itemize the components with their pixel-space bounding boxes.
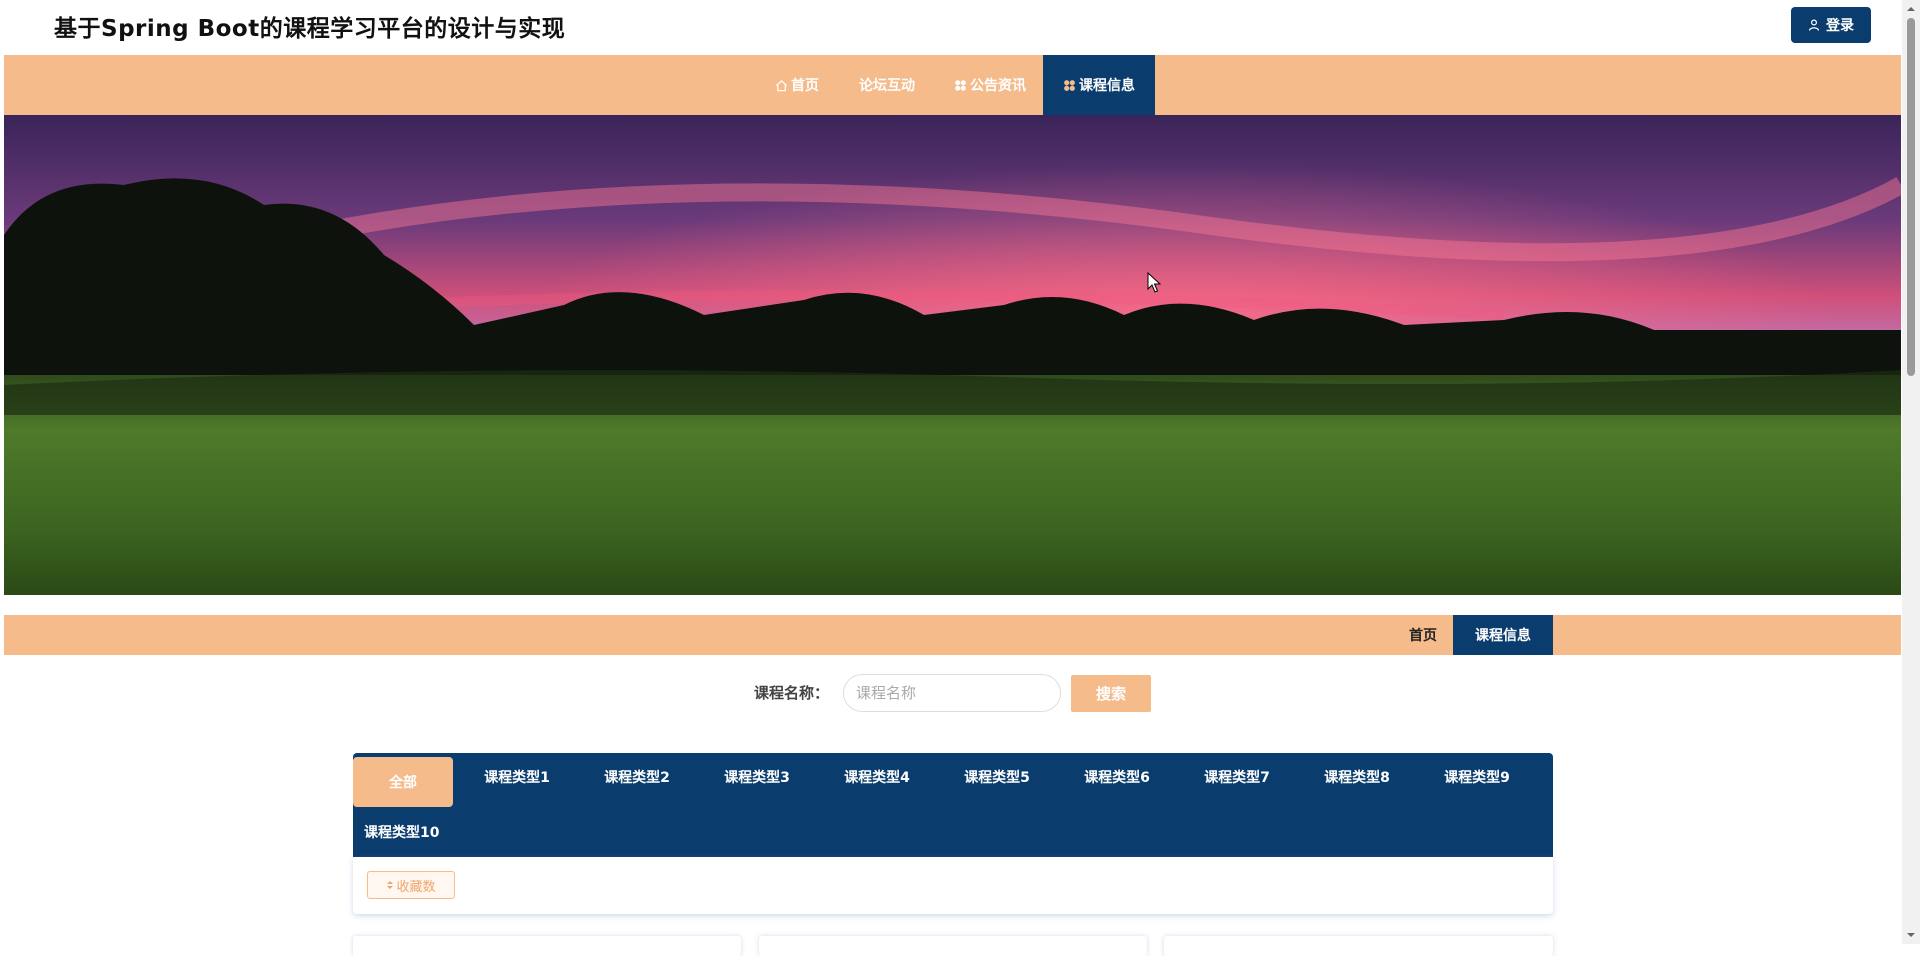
login-button[interactable]: 登录 (1791, 7, 1871, 43)
nav-item-forum[interactable]: 论坛互动 (852, 55, 922, 115)
sort-bar: 收藏数 (353, 857, 1553, 914)
search-label: 课程名称： (754, 684, 830, 702)
hero-banner (4, 115, 1901, 595)
site-title: 基于Spring Boot的课程学习平台的设计与实现 (54, 16, 566, 42)
nav-item-home[interactable]: 首页 (770, 55, 824, 115)
breadcrumb: 首页 课程信息 (4, 615, 1901, 655)
home-icon (775, 79, 788, 91)
course-name-input[interactable] (843, 674, 1061, 712)
course-card[interactable] (353, 936, 741, 956)
sort-icon (387, 881, 394, 889)
landscape-image (4, 115, 1901, 595)
category-tab[interactable]: 课程类型2 (587, 763, 687, 791)
flower-icon (1064, 79, 1075, 91)
sort-button-label: 收藏数 (396, 879, 436, 895)
nav-item-label: 论坛互动 (859, 78, 915, 94)
nav-item-news[interactable]: 公告资讯 (950, 55, 1030, 115)
user-icon (1808, 19, 1820, 31)
category-tab[interactable]: 课程类型3 (707, 763, 807, 791)
sort-favorites-button[interactable]: 收藏数 (367, 871, 455, 899)
main-nav: 首页 论坛互动 公告资讯 课程信息 (4, 55, 1901, 115)
breadcrumb-current: 课程信息 (1453, 615, 1553, 655)
course-card[interactable] (1164, 936, 1553, 956)
mouse-cursor-icon (1147, 272, 1161, 293)
category-tab[interactable]: 课程类型8 (1307, 763, 1407, 791)
top-header: 基于Spring Boot的课程学习平台的设计与实现 登录 (0, 0, 1902, 55)
nav-item-label: 首页 (791, 78, 819, 94)
category-tabs: 全部 课程类型1 课程类型2 课程类型3 课程类型4 课程类型5 课程类型6 课… (353, 753, 1553, 857)
scroll-down-icon[interactable] (1906, 930, 1916, 940)
nav-item-label: 课程信息 (1079, 78, 1135, 94)
category-tab[interactable]: 课程类型7 (1187, 763, 1287, 791)
category-tab[interactable]: 课程类型1 (467, 763, 567, 791)
scroll-up-icon[interactable] (1906, 4, 1916, 14)
category-tab-all[interactable]: 全部 (353, 757, 453, 807)
category-tab[interactable]: 课程类型10 (364, 818, 440, 846)
category-tab[interactable]: 课程类型6 (1067, 763, 1167, 791)
nav-item-courses[interactable]: 课程信息 (1043, 55, 1155, 115)
scroll-thumb[interactable] (1907, 18, 1915, 376)
page-scrollbar[interactable] (1902, 0, 1920, 944)
search-button[interactable]: 搜索 (1071, 675, 1151, 712)
nav-item-label: 公告资讯 (970, 78, 1026, 94)
category-tab[interactable]: 课程类型5 (947, 763, 1047, 791)
course-card[interactable] (759, 936, 1147, 956)
category-tab[interactable]: 课程类型9 (1427, 763, 1527, 791)
category-tab[interactable]: 课程类型4 (827, 763, 927, 791)
grid-icon (955, 79, 966, 91)
login-button-label: 登录 (1826, 18, 1854, 34)
breadcrumb-home[interactable]: 首页 (1390, 615, 1456, 655)
